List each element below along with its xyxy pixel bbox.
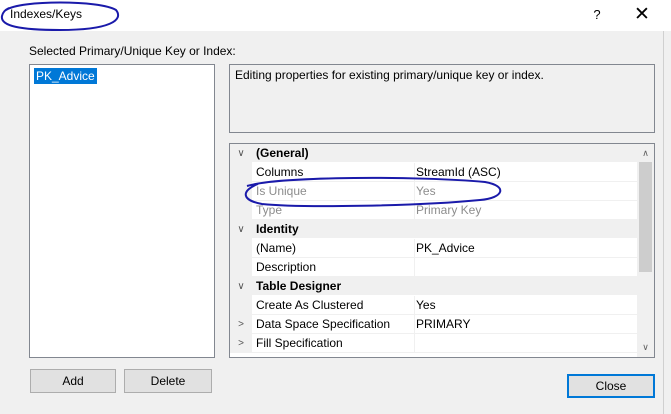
- property-value[interactable]: PK_Advice: [412, 239, 637, 258]
- property-category[interactable]: ∨ Table Designer: [230, 277, 637, 296]
- row-gutter: [230, 239, 252, 258]
- row-gutter: [230, 296, 252, 315]
- property-value[interactable]: [412, 258, 637, 277]
- collapse-icon[interactable]: ∨: [230, 144, 252, 163]
- property-row[interactable]: Type Primary Key: [230, 201, 637, 220]
- property-value[interactable]: PRIMARY: [412, 315, 637, 334]
- property-value[interactable]: [412, 334, 637, 353]
- row-gutter: [230, 201, 252, 220]
- property-rows: ∨ (General) Columns StreamId (ASC) Is Unique…: [230, 144, 637, 357]
- category-label: Table Designer: [252, 277, 637, 295]
- property-name: (Name): [252, 239, 415, 258]
- category-label: Identity: [252, 220, 637, 238]
- scroll-up-icon[interactable]: ∧: [637, 146, 654, 160]
- property-category[interactable]: ∨ Identity: [230, 220, 637, 239]
- collapse-icon[interactable]: ∨: [230, 220, 252, 239]
- description-box: Editing properties for existing primary/…: [229, 64, 655, 133]
- property-row[interactable]: Description: [230, 258, 637, 277]
- delete-button[interactable]: Delete: [124, 369, 212, 393]
- property-row[interactable]: Columns StreamId (ASC): [230, 163, 637, 182]
- expand-icon[interactable]: >: [230, 334, 252, 353]
- property-name: Create As Clustered: [252, 296, 415, 315]
- key-list[interactable]: PK_Advice: [29, 64, 215, 358]
- property-name: Columns: [252, 163, 415, 182]
- property-row[interactable]: Is Unique Yes: [230, 182, 637, 201]
- close-window-button[interactable]: ✕: [629, 2, 655, 28]
- key-list-item[interactable]: PK_Advice: [34, 68, 97, 84]
- property-row[interactable]: Create As Clustered Yes: [230, 296, 637, 315]
- vertical-scrollbar[interactable]: ∧ ∨: [637, 144, 654, 357]
- category-label: (General): [252, 144, 637, 162]
- property-name: Is Unique: [252, 182, 415, 201]
- title-bar: Indexes/Keys ? ✕: [0, 0, 671, 31]
- property-value[interactable]: StreamId (ASC): [412, 163, 637, 182]
- property-name: Data Space Specification: [252, 315, 415, 334]
- scroll-thumb[interactable]: [639, 162, 652, 272]
- property-value[interactable]: Yes: [412, 296, 637, 315]
- property-value: Primary Key: [412, 201, 637, 220]
- property-category[interactable]: ∨ (General): [230, 144, 637, 163]
- help-button[interactable]: ?: [586, 4, 608, 26]
- add-button[interactable]: Add: [30, 369, 116, 393]
- property-grid[interactable]: ∨ (General) Columns StreamId (ASC) Is Unique…: [229, 143, 655, 358]
- row-gutter: [230, 258, 252, 277]
- collapse-icon[interactable]: ∨: [230, 277, 252, 296]
- property-value: Yes: [412, 182, 637, 201]
- property-row[interactable]: > Data Space Specification PRIMARY: [230, 315, 637, 334]
- property-name: Fill Specification: [252, 334, 415, 353]
- property-name: Description: [252, 258, 415, 277]
- description-text: Editing properties for existing primary/…: [235, 68, 544, 82]
- property-name: Type: [252, 201, 415, 220]
- selected-key-label: Selected Primary/Unique Key or Index:: [29, 44, 236, 58]
- window-title: Indexes/Keys: [10, 7, 83, 21]
- close-button[interactable]: Close: [567, 374, 655, 398]
- scroll-down-icon[interactable]: ∨: [637, 340, 654, 354]
- property-row[interactable]: (Name) PK_Advice: [230, 239, 637, 258]
- row-gutter: [230, 182, 252, 201]
- property-row[interactable]: > Fill Specification: [230, 334, 637, 353]
- expand-icon[interactable]: >: [230, 315, 252, 334]
- row-gutter: [230, 163, 252, 182]
- window-edge: [663, 31, 671, 414]
